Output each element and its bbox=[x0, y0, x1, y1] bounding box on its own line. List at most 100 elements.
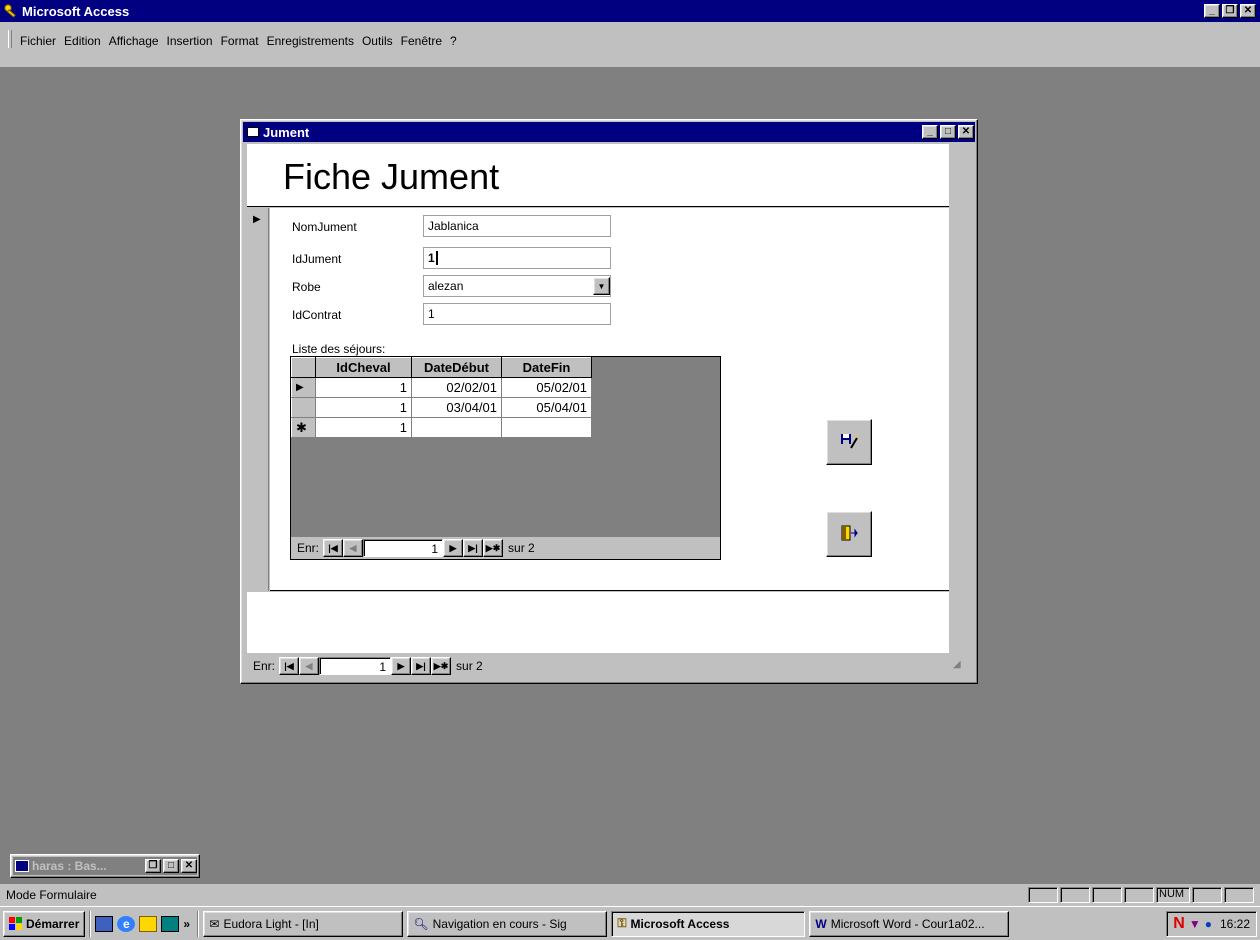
form-new-record-button[interactable]: ▶✱ bbox=[431, 657, 452, 675]
task-word[interactable]: W Microsoft Word - Cour1a02... bbox=[809, 910, 1010, 937]
status-cell-3 bbox=[1092, 887, 1122, 903]
cell-idcheval[interactable]: 1 bbox=[315, 377, 412, 398]
resize-grip-icon[interactable]: ◢ bbox=[953, 659, 967, 673]
desktop-icon[interactable] bbox=[95, 915, 114, 932]
prev-record-button[interactable]: ◀ bbox=[343, 539, 364, 557]
menu-fichier[interactable]: Fichier bbox=[16, 34, 60, 48]
row-selector[interactable] bbox=[291, 397, 316, 418]
form-maximize-button[interactable]: □ bbox=[940, 125, 956, 139]
cell-datefin[interactable] bbox=[501, 417, 592, 438]
subform-nav-total: sur 2 bbox=[508, 541, 535, 555]
menu-fenetre[interactable]: Fenêtre bbox=[397, 34, 446, 48]
status-cell-4 bbox=[1124, 887, 1154, 903]
col-header-idcheval[interactable]: IdCheval bbox=[315, 357, 412, 378]
cell-idcheval[interactable]: 1 bbox=[315, 417, 412, 438]
channel-icon[interactable] bbox=[161, 915, 180, 932]
form-last-record-button[interactable]: ▶| bbox=[411, 657, 432, 675]
table-row[interactable]: ✱ 1 bbox=[291, 417, 592, 438]
subform-navbar: Enr: |◀ ◀ 1 ▶ ▶| ▶✱ sur 2 bbox=[291, 537, 720, 559]
id-field[interactable]: 1 bbox=[423, 247, 611, 269]
close-button[interactable]: ✕ bbox=[1240, 4, 1256, 18]
tray-shield-icon[interactable]: ▼ bbox=[1189, 917, 1201, 931]
cell-datefin[interactable]: 05/02/01 bbox=[501, 377, 592, 398]
menu-grip bbox=[8, 30, 12, 48]
db-restore-button[interactable]: ❐ bbox=[145, 859, 161, 873]
col-header-datedebut[interactable]: DateDébut bbox=[411, 357, 502, 378]
new-row-selector[interactable]: ✱ bbox=[291, 417, 316, 438]
db-maximize-button[interactable]: □ bbox=[163, 859, 179, 873]
record-selector[interactable]: ▶ bbox=[247, 208, 269, 591]
contrat-field[interactable]: 1 bbox=[423, 303, 611, 325]
sejours-subform: IdCheval DateDébut DateFin ▶ 1 02/02/01 … bbox=[290, 356, 721, 560]
subform-record-input[interactable]: 1 bbox=[363, 539, 444, 557]
edit-record-button[interactable] bbox=[826, 419, 872, 465]
menu-outils[interactable]: Outils bbox=[358, 34, 397, 48]
vertical-scroll-track[interactable] bbox=[950, 144, 972, 653]
task-access[interactable]: ⚿ Microsoft Access bbox=[611, 910, 806, 937]
db-close-button[interactable]: ✕ bbox=[181, 859, 197, 873]
access-key-icon bbox=[4, 4, 18, 18]
chevron-down-icon[interactable]: ▼ bbox=[593, 277, 610, 295]
last-record-button[interactable]: ▶| bbox=[463, 539, 484, 557]
task-navigation[interactable]: 🔍︎ Navigation en cours - Sig bbox=[407, 910, 608, 937]
col-header-datefin[interactable]: DateFin bbox=[501, 357, 592, 378]
nom-field[interactable]: Jablanica bbox=[423, 215, 611, 237]
form-icon bbox=[247, 127, 259, 137]
task-eudora-label: Eudora Light - [In] bbox=[223, 916, 319, 931]
cell-datedebut[interactable]: 03/04/01 bbox=[411, 397, 502, 418]
menu-edition[interactable]: Edition bbox=[60, 34, 105, 48]
windows-logo-icon bbox=[9, 917, 22, 930]
form-navbar: Enr: |◀ ◀ 1 ▶ ▶| ▶✱ sur 2 ◢ bbox=[247, 655, 967, 677]
datasheet-corner[interactable] bbox=[291, 357, 316, 378]
subform-nav-label: Enr: bbox=[297, 541, 320, 555]
form-window-title: Jument bbox=[263, 124, 310, 140]
table-row[interactable]: ▶ 1 02/02/01 05/02/01 bbox=[291, 377, 592, 398]
task-eudora[interactable]: ✉ Eudora Light - [In] bbox=[203, 910, 404, 937]
next-record-button[interactable]: ▶ bbox=[443, 539, 464, 557]
menu-enregistrements[interactable]: Enregistrements bbox=[263, 34, 358, 48]
form-nav-total: sur 2 bbox=[456, 659, 483, 673]
start-label: Démarrer bbox=[26, 916, 80, 931]
form-record-input[interactable]: 1 bbox=[319, 657, 392, 675]
new-record-button[interactable]: ▶✱ bbox=[483, 539, 504, 557]
status-text: Mode Formulaire bbox=[6, 888, 97, 902]
cell-datefin[interactable]: 05/04/01 bbox=[501, 397, 592, 418]
menu-help[interactable]: ? bbox=[446, 34, 461, 48]
form-prev-record-button[interactable]: ◀ bbox=[299, 657, 320, 675]
table-row[interactable]: 1 03/04/01 05/04/01 bbox=[291, 397, 592, 418]
cell-idcheval[interactable]: 1 bbox=[315, 397, 412, 418]
exit-form-button[interactable] bbox=[826, 511, 872, 557]
menu-affichage[interactable]: Affichage bbox=[105, 34, 163, 48]
menu-format[interactable]: Format bbox=[217, 34, 263, 48]
tray-network-icon[interactable]: ● bbox=[1205, 917, 1212, 931]
outlook-icon[interactable] bbox=[139, 915, 158, 932]
start-button[interactable]: Démarrer bbox=[3, 910, 86, 937]
norton-icon[interactable]: N bbox=[1173, 915, 1185, 933]
cell-datedebut[interactable]: 02/02/01 bbox=[411, 377, 502, 398]
form-next-record-button[interactable]: ▶ bbox=[391, 657, 412, 675]
form-header: Fiche Jument bbox=[247, 144, 949, 207]
clock: 16:22 bbox=[1219, 916, 1250, 931]
menu-insertion[interactable]: Insertion bbox=[163, 34, 217, 48]
cell-datedebut[interactable] bbox=[411, 417, 502, 438]
restore-button[interactable]: ❐ bbox=[1222, 4, 1238, 18]
row-selector[interactable]: ▶ bbox=[291, 377, 316, 398]
form-titlebar[interactable]: Jument _ □ ✕ bbox=[243, 122, 975, 142]
quicklaunch-chevron[interactable]: » bbox=[183, 917, 193, 931]
app-title: Microsoft Access bbox=[22, 3, 130, 19]
ie-icon[interactable]: e bbox=[117, 915, 136, 932]
subform-label: Liste des séjours: bbox=[292, 342, 386, 356]
id-value: 1 bbox=[428, 251, 438, 265]
robe-combobox[interactable]: alezan ▼ bbox=[423, 275, 611, 297]
minimize-button[interactable]: _ bbox=[1204, 4, 1220, 18]
app-titlebar[interactable]: Microsoft Access _ ❐ ✕ bbox=[0, 0, 1260, 22]
form-minimize-button[interactable]: _ bbox=[922, 125, 938, 139]
minimized-db-window[interactable]: haras : Bas... ❐ □ ✕ bbox=[10, 854, 200, 878]
form-close-button[interactable]: ✕ bbox=[958, 125, 974, 139]
eudora-icon: ✉ bbox=[209, 916, 220, 931]
form-first-record-button[interactable]: |◀ bbox=[279, 657, 300, 675]
contrat-label: IdContrat bbox=[292, 308, 342, 322]
first-record-button[interactable]: |◀ bbox=[323, 539, 344, 557]
status-cell-1 bbox=[1028, 887, 1058, 903]
exit-door-icon bbox=[839, 524, 859, 545]
